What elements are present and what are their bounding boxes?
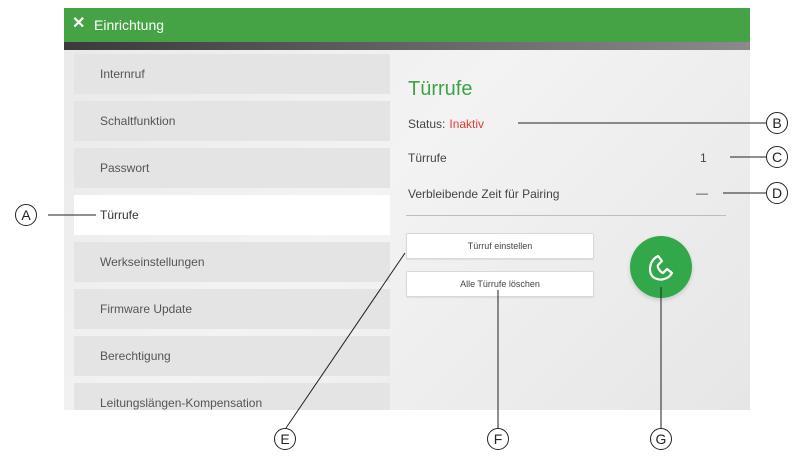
callout-f: F	[487, 428, 509, 450]
callout-b: B	[766, 112, 788, 134]
callout-a: A	[15, 204, 37, 226]
callout-d: D	[766, 182, 788, 204]
callout-g: G	[650, 428, 672, 450]
callout-e: E	[274, 428, 296, 450]
callout-leader-lines	[48, 122, 767, 429]
callout-c: C	[766, 146, 788, 168]
